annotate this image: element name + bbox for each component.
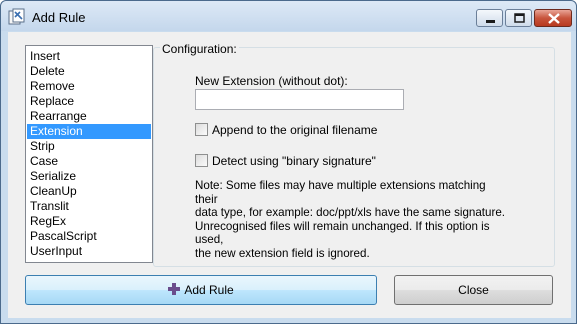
close-icon bbox=[548, 13, 560, 24]
append-checkbox[interactable] bbox=[195, 123, 208, 136]
minimize-icon bbox=[486, 20, 495, 23]
rule-item-userinput[interactable]: UserInput bbox=[27, 244, 151, 259]
add-rule-label: Add Rule bbox=[184, 283, 234, 297]
rule-item-insert[interactable]: Insert bbox=[27, 49, 151, 64]
close-label: Close bbox=[458, 283, 489, 297]
append-label[interactable]: Append to the original filename bbox=[212, 123, 377, 137]
title-bar[interactable]: Add Rule bbox=[1, 1, 576, 31]
close-window-button[interactable] bbox=[534, 9, 572, 27]
dialog-body: Insert Delete Remove Replace Rearrange E… bbox=[8, 32, 571, 318]
rule-item-cleanup[interactable]: CleanUp bbox=[27, 184, 151, 199]
rule-item-extension[interactable]: Extension bbox=[27, 124, 151, 139]
window-title: Add Rule bbox=[32, 10, 86, 25]
note-line: data type, for example: doc/ppt/xls have… bbox=[195, 206, 505, 219]
app-icon bbox=[8, 8, 25, 25]
new-extension-label: New Extension (without dot): bbox=[195, 74, 348, 88]
maximize-button[interactable] bbox=[505, 9, 532, 27]
configuration-caption: Configuration: bbox=[160, 42, 239, 56]
rule-item-pascalscript[interactable]: PascalScript bbox=[27, 229, 151, 244]
new-extension-input[interactable] bbox=[195, 89, 404, 110]
plus-icon bbox=[168, 283, 181, 295]
rule-item-translit[interactable]: Translit bbox=[27, 199, 151, 214]
rule-item-strip[interactable]: Strip bbox=[27, 139, 151, 154]
rule-list[interactable]: Insert Delete Remove Replace Rearrange E… bbox=[25, 45, 153, 263]
rule-item-remove[interactable]: Remove bbox=[27, 79, 151, 94]
rule-item-rearrange[interactable]: Rearrange bbox=[27, 109, 151, 124]
add-rule-window: Add Rule Insert Delete Remove Replace Re… bbox=[0, 0, 577, 324]
rule-item-case[interactable]: Case bbox=[27, 154, 151, 169]
note-line: the new extension field is ignored. bbox=[195, 246, 370, 260]
detect-signature-label[interactable]: Detect using "binary signature" bbox=[212, 154, 376, 168]
add-rule-button[interactable]: Add Rule bbox=[25, 275, 377, 305]
note-line: Note: Some files may have multiple exten… bbox=[195, 179, 486, 206]
minimize-button[interactable] bbox=[476, 9, 503, 27]
rule-item-replace[interactable]: Replace bbox=[27, 94, 151, 109]
maximize-icon bbox=[514, 13, 525, 23]
detect-signature-checkbox[interactable] bbox=[195, 154, 208, 167]
rule-item-regex[interactable]: RegEx bbox=[27, 214, 151, 229]
rule-item-serialize[interactable]: Serialize bbox=[27, 169, 151, 184]
note-line: Unrecognised files will remain unchanged… bbox=[195, 219, 490, 247]
note-text: Note: Some files may have multiple exten… bbox=[195, 179, 505, 260]
close-button[interactable]: Close bbox=[394, 275, 553, 305]
rule-item-delete[interactable]: Delete bbox=[27, 64, 151, 79]
